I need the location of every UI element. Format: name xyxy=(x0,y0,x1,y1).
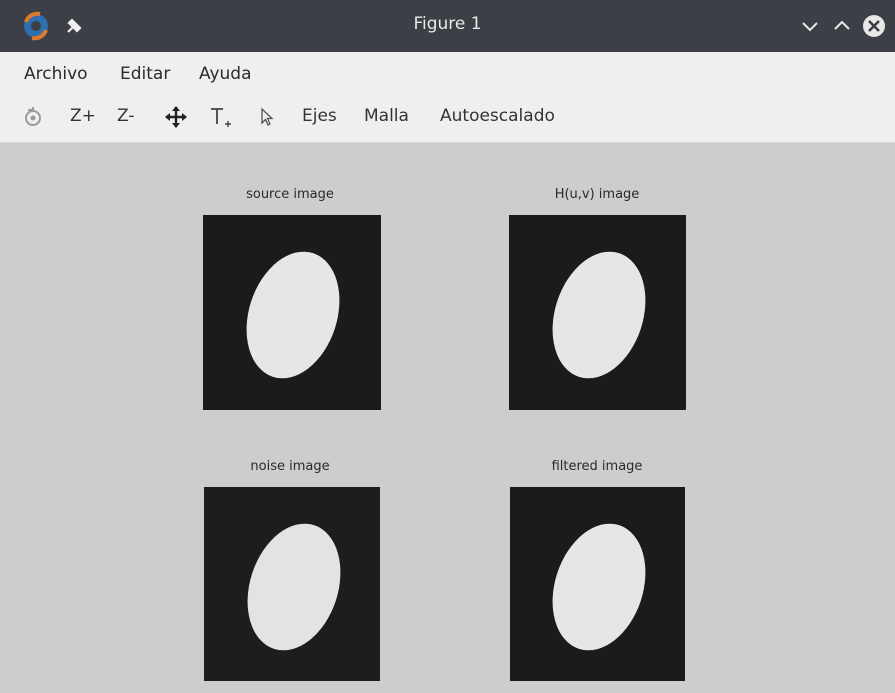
figure-canvas[interactable]: source image H(u,v) image noise image fi… xyxy=(0,143,895,693)
noise-image-panel xyxy=(204,487,380,681)
menu-archivo[interactable]: Archivo xyxy=(24,64,88,84)
axes-button[interactable]: Ejes xyxy=(302,106,337,126)
window-title: Figure 1 xyxy=(413,14,482,34)
menu-ayuda[interactable]: Ayuda xyxy=(199,64,252,84)
subplot-title-filtered: filtered image xyxy=(551,459,643,474)
grid-button[interactable]: Malla xyxy=(364,106,409,126)
menu-editar[interactable]: Editar xyxy=(120,64,170,84)
subplot-title-noise: noise image xyxy=(250,459,330,474)
close-circle-icon[interactable] xyxy=(858,10,890,42)
chevron-down-icon[interactable] xyxy=(794,10,826,42)
subplot-title-source: source image xyxy=(246,187,334,202)
rotate-icon[interactable] xyxy=(20,104,46,130)
autoscale-button[interactable]: Autoescalado xyxy=(440,106,555,126)
filtered-image-panel xyxy=(510,487,685,681)
chevron-up-icon[interactable] xyxy=(826,10,858,42)
menubar: Archivo Editar Ayuda xyxy=(0,52,895,96)
huv-image-panel xyxy=(509,215,686,410)
figure-toolbar: Z+ Z- Ejes Malla Autoescalado xyxy=(0,96,895,143)
source-image-panel xyxy=(203,215,381,410)
subplot-title-huv: H(u,v) image xyxy=(554,187,640,202)
zoom-out-button[interactable]: Z- xyxy=(117,106,134,126)
window-titlebar: Figure 1 xyxy=(0,0,895,52)
pan-arrows-icon[interactable] xyxy=(163,104,189,130)
pointer-icon[interactable] xyxy=(254,104,280,130)
text-insert-icon[interactable] xyxy=(207,104,233,130)
zoom-in-button[interactable]: Z+ xyxy=(70,106,96,126)
